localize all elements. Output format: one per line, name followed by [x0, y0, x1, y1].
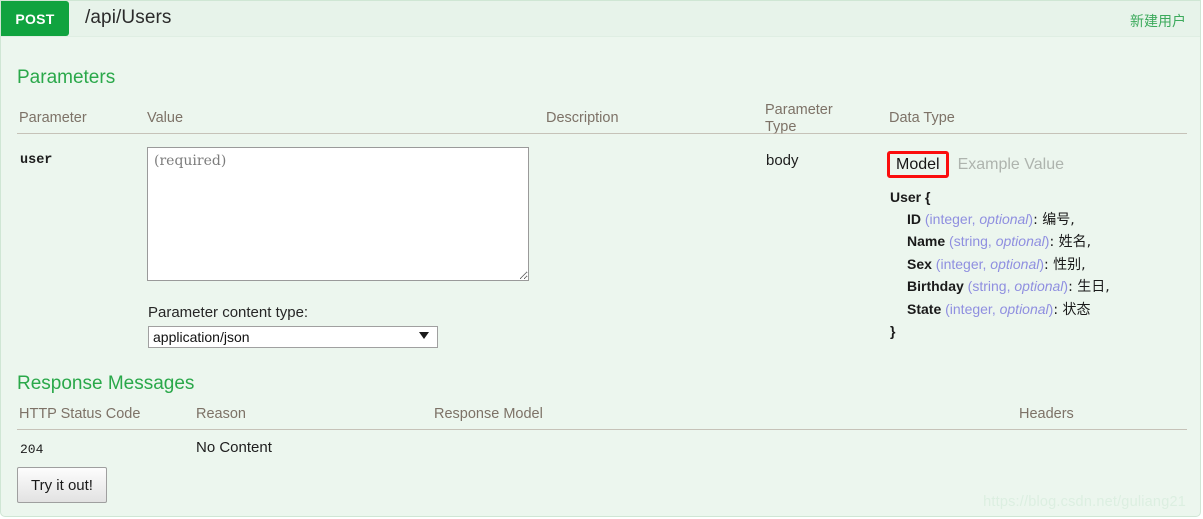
response-reason: No Content — [196, 439, 272, 456]
operation-summary: 新建用户 — [1130, 14, 1186, 30]
column-header-parameter-type: Parameter Type — [765, 102, 833, 136]
model-property-name: Birthday — [907, 278, 964, 294]
model-property-name: State — [907, 300, 942, 317]
model-property-type: (integer, — [941, 300, 1000, 317]
column-header-http-status-code: HTTP Status Code — [19, 406, 141, 422]
tab-model[interactable]: Model — [887, 151, 949, 178]
model-open-brace: User { — [890, 189, 931, 205]
model-signature: User { ID (integer, optional): 编号, Name (… — [890, 187, 1110, 343]
column-header-response-model: Response Model — [434, 406, 543, 422]
model-property-description: : 生日, — [1068, 279, 1110, 295]
column-header-description: Description — [546, 110, 619, 126]
parameter-type-value: body — [766, 152, 799, 169]
parameters-header-divider — [17, 133, 1187, 134]
model-property-optional: optional — [990, 255, 1040, 272]
model-property-name: Name — [907, 233, 946, 249]
model-property-optional: optional — [995, 233, 1045, 249]
column-header-parameter: Parameter — [19, 110, 87, 126]
parameter-value-input[interactable] — [147, 147, 529, 281]
model-close-brace: } — [890, 323, 896, 339]
content-type-select[interactable]: application/json — [148, 326, 438, 348]
data-type-tabs: Model Example Value — [887, 151, 1064, 178]
column-header-reason: Reason — [196, 406, 246, 422]
operation-heading[interactable]: POST /api/Users 新建用户 — [1, 1, 1200, 37]
responses-section-title: Response Messages — [17, 373, 195, 394]
model-property: Name (string, optional): 姓名, — [890, 231, 1110, 254]
responses-header-divider — [17, 429, 1187, 430]
tab-example-value[interactable]: Example Value — [958, 155, 1064, 174]
watermark: https://blog.csdn.net/guliang21 — [983, 494, 1186, 510]
column-header-data-type: Data Type — [889, 110, 955, 126]
response-status-code: 204 — [20, 442, 44, 457]
model-property-type: (string, — [963, 278, 1015, 294]
model-property-optional: optional — [1014, 278, 1064, 294]
http-method-badge: POST — [1, 1, 69, 36]
try-it-out-button[interactable]: Try it out! — [17, 467, 107, 503]
model-property-name: Sex — [907, 255, 932, 272]
model-property: State (integer, optional): 状态 — [890, 299, 1110, 322]
parameter-name-user: user — [20, 153, 53, 168]
content-type-label: Parameter content type: — [148, 304, 309, 321]
model-property-type: (integer, — [931, 255, 991, 272]
model-property-name: ID — [907, 210, 921, 227]
model-property-description: : 姓名, — [1049, 234, 1092, 250]
model-property-type: (string, — [945, 233, 996, 249]
column-header-parameter-type-line1: Parameter — [765, 102, 833, 118]
column-header-headers: Headers — [1019, 406, 1074, 422]
parameters-section-title: Parameters — [17, 67, 116, 88]
model-property-description: : 状态 — [1053, 301, 1091, 318]
model-property-optional: optional — [979, 210, 1029, 227]
model-property-type: (integer, — [921, 210, 980, 227]
model-property-list: ID (integer, optional): 编号, Name (string,… — [890, 209, 1110, 322]
model-property: ID (integer, optional): 编号, — [890, 209, 1110, 232]
model-property-description: : 编号, — [1033, 211, 1075, 228]
model-property-optional: optional — [999, 300, 1049, 317]
api-operation-panel: POST /api/Users 新建用户 Parameters Paramete… — [0, 0, 1201, 517]
model-property: Birthday (string, optional): 生日, — [890, 276, 1110, 299]
operation-path: /api/Users — [85, 7, 172, 28]
model-property: Sex (integer, optional): 性别, — [890, 254, 1110, 277]
column-header-value: Value — [147, 110, 184, 126]
model-property-description: : 性别, — [1044, 256, 1086, 273]
